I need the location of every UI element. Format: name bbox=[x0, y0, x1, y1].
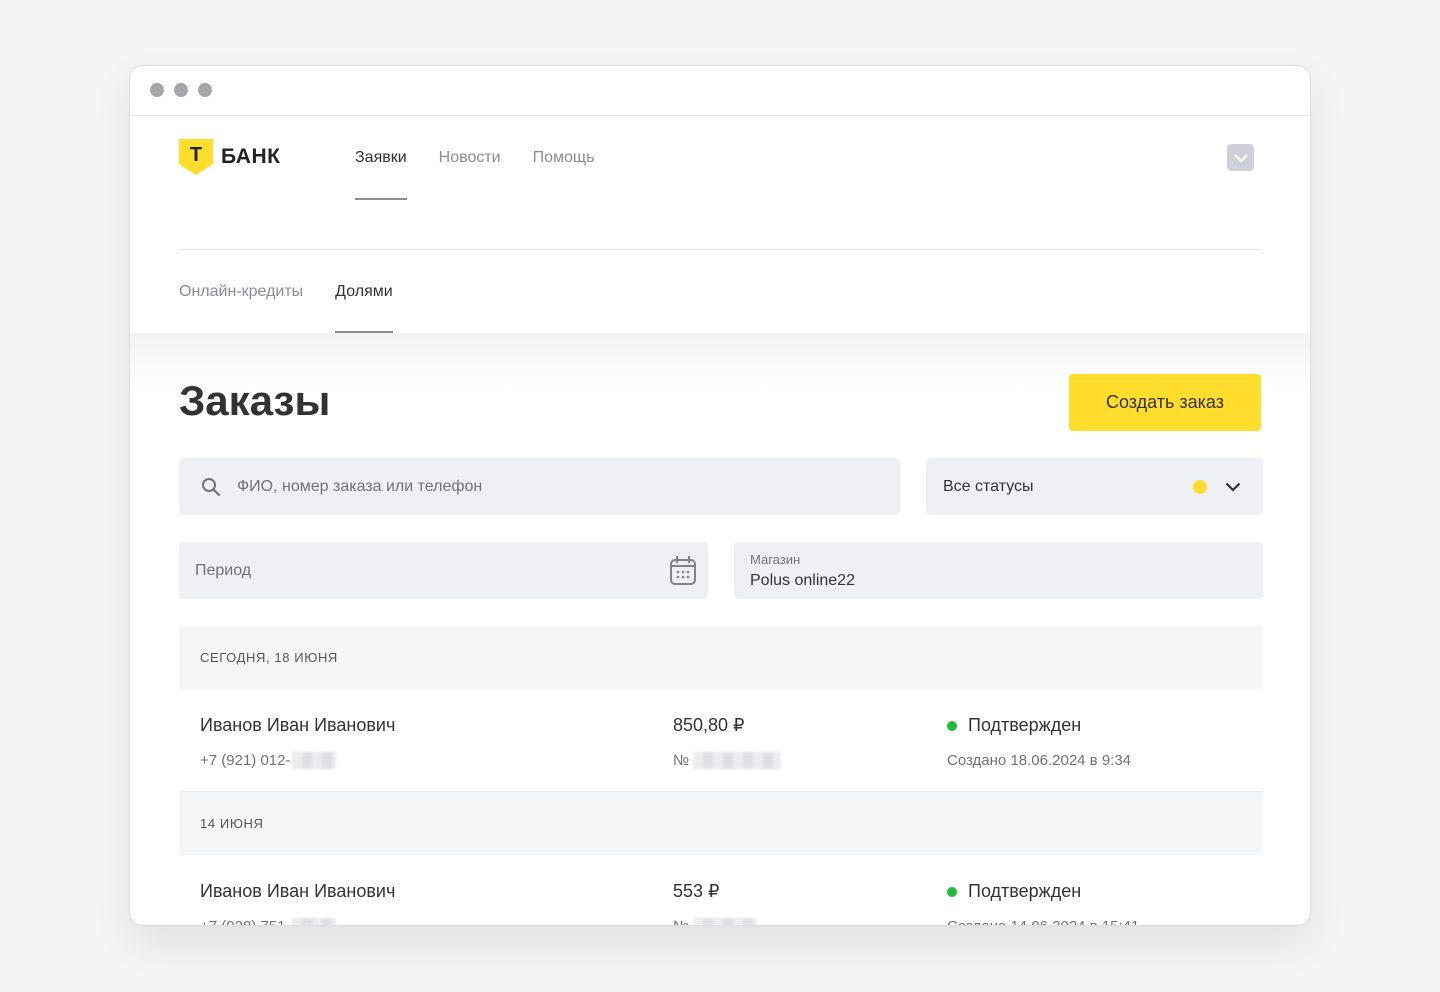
order-amount: 553 ₽ bbox=[673, 881, 720, 901]
filter-indicator-dot bbox=[1193, 479, 1207, 494]
redacted-blur bbox=[693, 918, 758, 925]
window-titlebar bbox=[130, 66, 1310, 116]
status-filter-value: Все статусы bbox=[943, 477, 1034, 495]
chevron-down-icon bbox=[1233, 153, 1248, 163]
nav-tab-help[interactable]: Помощь bbox=[533, 116, 595, 200]
search-input[interactable] bbox=[237, 477, 837, 496]
search-field[interactable] bbox=[179, 458, 900, 515]
logo-text: БАНК bbox=[221, 145, 281, 168]
redacted-blur bbox=[292, 752, 337, 769]
order-row[interactable]: Иванов Иван Иванович +7 (928) 751- 553 ₽… bbox=[179, 855, 1263, 925]
subnav-tab-online-credits[interactable]: Онлайн-кредиты bbox=[179, 250, 303, 333]
order-row[interactable]: Иванов Иван Иванович +7 (921) 012- 850,8… bbox=[179, 689, 1263, 792]
order-status: Подтвержден bbox=[947, 715, 1081, 736]
shop-select[interactable]: Магазин Polus online22 bbox=[734, 542, 1263, 599]
browser-window: Т БАНК Заявки Новости Помощь Онлайн-кред… bbox=[129, 65, 1311, 926]
app-header: Т БАНК Заявки Новости Помощь Онлайн-кред… bbox=[130, 116, 1310, 333]
number-prefix: № bbox=[673, 752, 690, 769]
window-minimize-dot[interactable] bbox=[174, 83, 188, 97]
shop-value: Polus online22 bbox=[750, 572, 855, 589]
window-maximize-dot[interactable] bbox=[198, 83, 212, 97]
chevron-down-icon bbox=[1225, 482, 1241, 492]
redacted-blur bbox=[693, 752, 782, 769]
order-number: № bbox=[673, 752, 782, 769]
nav-tab-news[interactable]: Новости bbox=[439, 116, 501, 200]
order-number: № bbox=[673, 918, 758, 925]
period-placeholder: Период bbox=[195, 561, 252, 579]
create-order-button[interactable]: Создать заказ bbox=[1069, 374, 1261, 431]
orders-content: Заказы Создать заказ Все статусы Период bbox=[130, 333, 1310, 925]
phone-text: +7 (928) 751- bbox=[200, 918, 290, 925]
sub-navigation: Онлайн-кредиты Долями bbox=[179, 250, 425, 333]
order-status: Подтвержден bbox=[947, 881, 1081, 902]
number-prefix: № bbox=[673, 918, 689, 925]
status-confirmed-dot bbox=[947, 886, 957, 897]
top-navigation: Заявки Новости Помощь bbox=[355, 116, 626, 200]
redacted-blur bbox=[292, 918, 337, 925]
status-text: Подтвержден bbox=[968, 715, 1082, 735]
customer-name: Иванов Иван Иванович bbox=[200, 715, 396, 735]
logo-shield-icon: Т bbox=[179, 139, 213, 175]
date-group-header: 14 ИЮНЯ bbox=[179, 792, 1263, 855]
order-amount: 850,80 ₽ bbox=[673, 715, 745, 735]
order-created-date: Создано 14.06.2024 в 15:41 bbox=[947, 918, 1139, 925]
customer-phone: +7 (928) 751- bbox=[200, 918, 337, 925]
period-field[interactable]: Период bbox=[179, 542, 708, 599]
customer-name: Иванов Иван Иванович bbox=[200, 881, 396, 901]
nav-tab-applications[interactable]: Заявки bbox=[355, 116, 407, 200]
shop-caption: Магазин bbox=[750, 552, 801, 567]
page-title: Заказы bbox=[179, 377, 331, 424]
phone-text: +7 (921) 012- bbox=[200, 752, 291, 769]
status-confirmed-dot bbox=[947, 720, 957, 731]
window-close-dot[interactable] bbox=[150, 83, 164, 97]
date-group-header: СЕГОДНЯ, 18 ИЮНЯ bbox=[179, 626, 1263, 689]
order-created-date: Создано 18.06.2024 в 9:34 bbox=[947, 752, 1132, 769]
tbank-logo[interactable]: Т БАНК bbox=[179, 139, 280, 175]
user-menu-icon[interactable] bbox=[1227, 144, 1254, 171]
subnav-tab-installments[interactable]: Долями bbox=[335, 250, 393, 333]
status-filter-select[interactable]: Все статусы bbox=[926, 458, 1263, 515]
customer-phone: +7 (921) 012- bbox=[200, 752, 337, 769]
calendar-icon[interactable] bbox=[669, 555, 697, 586]
status-text: Подтвержден bbox=[968, 881, 1082, 901]
search-icon bbox=[202, 477, 221, 496]
